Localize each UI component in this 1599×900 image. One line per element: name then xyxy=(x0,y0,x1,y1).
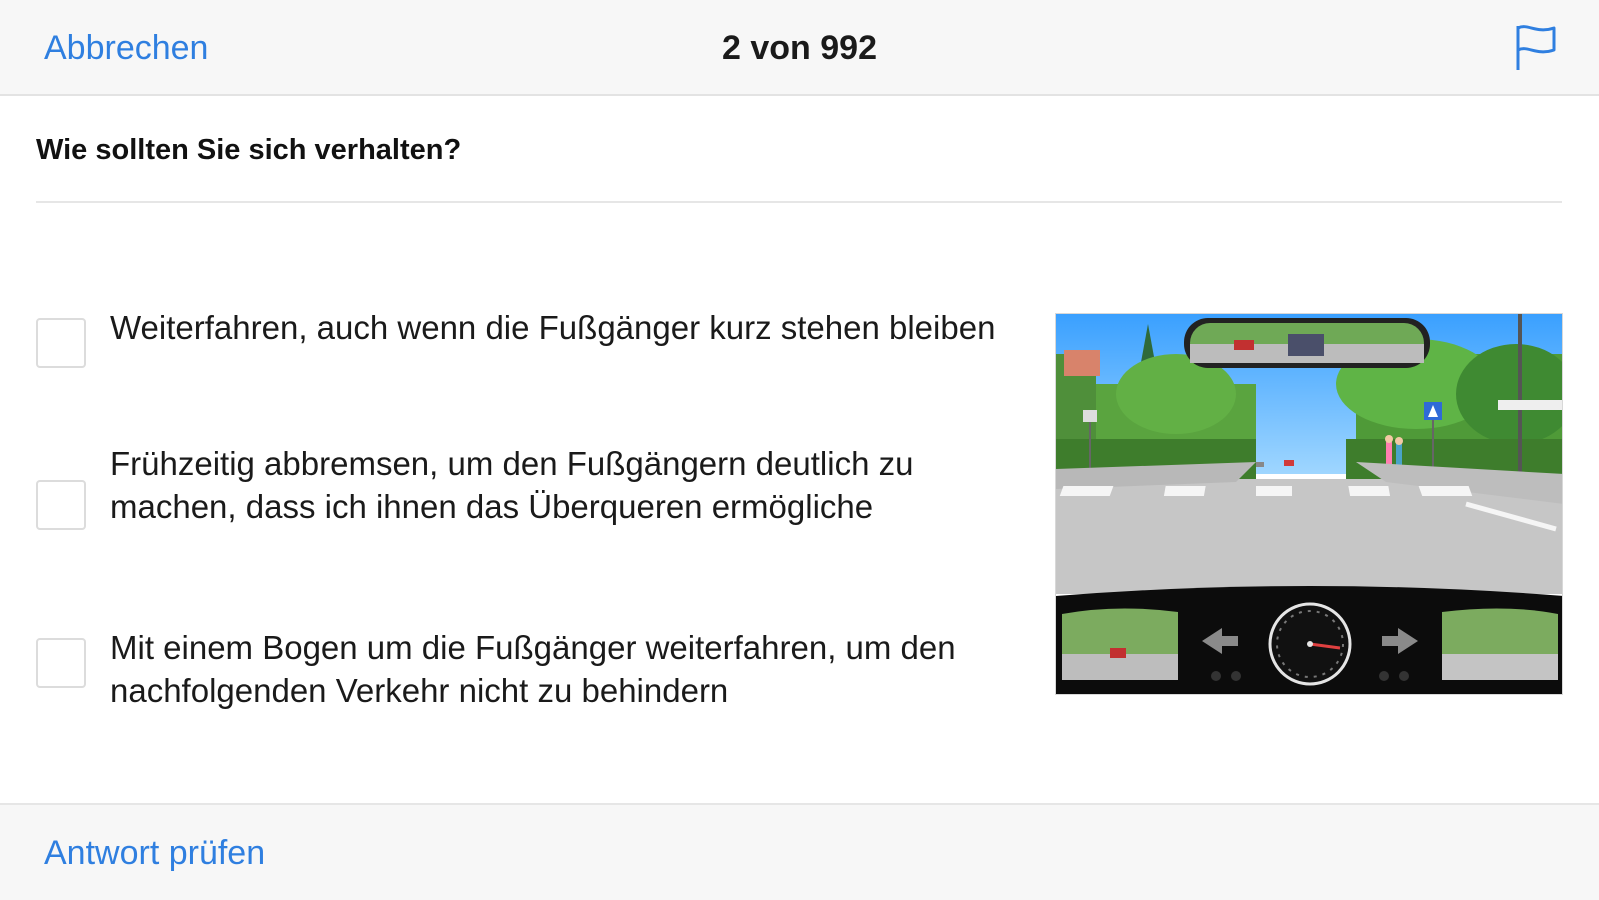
answer-checkbox-3[interactable] xyxy=(36,638,86,688)
answer-checkbox-1[interactable] xyxy=(36,318,86,368)
check-answer-button[interactable]: Antwort prüfen xyxy=(44,833,265,873)
top-bar: Abbrechen 2 von 992 xyxy=(0,0,1599,96)
answer-text-1: Weiterfahren, auch wenn die Fußgänger ku… xyxy=(110,309,996,346)
question-counter: 2 von 992 xyxy=(722,29,877,67)
flag-icon[interactable] xyxy=(1514,22,1558,72)
traffic-scene-image xyxy=(1055,313,1563,695)
bottom-bar: Antwort prüfen xyxy=(0,803,1599,900)
answer-text-3: Mit einem Bogen um die Fußgänger weiterf… xyxy=(110,629,956,709)
answer-text-2: Frühzeitig abbremsen, um den Fußgängern … xyxy=(110,445,914,525)
divider xyxy=(36,201,1562,203)
answer-checkbox-2[interactable] xyxy=(36,480,86,530)
question-text: Wie sollten Sie sich verhalten? xyxy=(36,134,462,166)
